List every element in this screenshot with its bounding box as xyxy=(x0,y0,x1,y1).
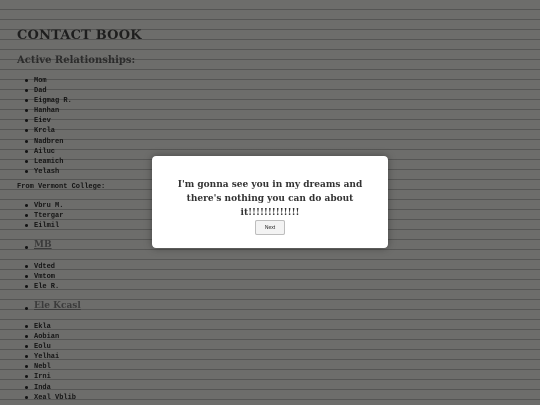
dialog-modal: I'm gonna see you in my dreams and there… xyxy=(152,156,388,248)
dialog-message: I'm gonna see you in my dreams and there… xyxy=(177,180,363,218)
next-button[interactable]: Next xyxy=(255,220,285,235)
